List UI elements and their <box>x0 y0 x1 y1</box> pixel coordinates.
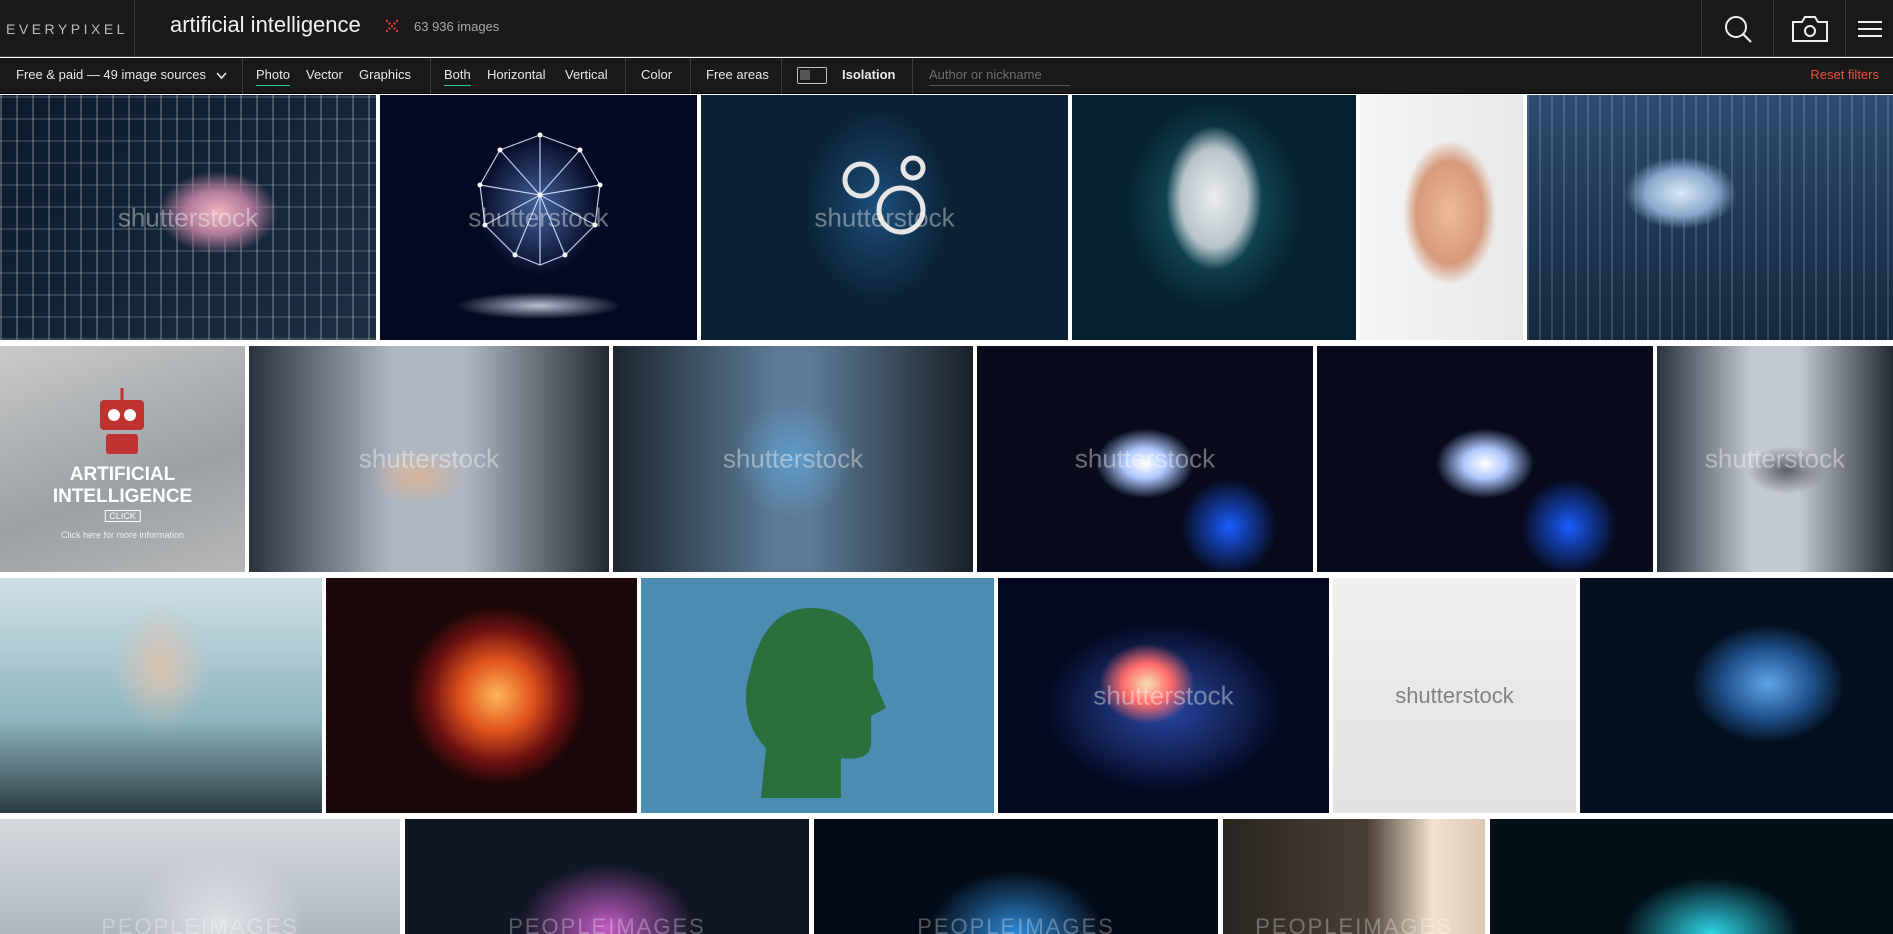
divider <box>912 58 913 94</box>
brain-wireframe-graphic <box>477 132 603 266</box>
everypixel-logo[interactable]: EVERYPIXEL <box>0 0 135 57</box>
divider <box>625 58 626 94</box>
watermark: shutterstock <box>814 202 955 232</box>
search-button[interactable] <box>1701 0 1773 57</box>
image-result[interactable]: PEOPLEIMAGES <box>1223 819 1485 934</box>
camera-search-button[interactable] <box>1773 0 1845 57</box>
sources-dropdown[interactable]: Free & paid — 49 image sources <box>16 67 206 83</box>
search-icon <box>1724 15 1752 43</box>
top-header: EVERYPIXEL artificial intelligence 63 93… <box>0 0 1893 57</box>
image-result[interactable]: shutterstock <box>0 95 376 340</box>
isolation-label[interactable]: Isolation <box>842 67 895 83</box>
image-result[interactable] <box>641 578 994 813</box>
image-result[interactable]: ARTIFICIAL INTELLIGENCE CLICK Click here… <box>0 346 245 572</box>
type-photo[interactable]: Photo <box>256 67 290 86</box>
menu-icon <box>1857 20 1882 37</box>
image-result[interactable] <box>1527 95 1893 340</box>
image-result[interactable] <box>0 578 322 813</box>
image-result[interactable]: shutterstock <box>249 346 609 572</box>
camera-icon <box>1791 15 1828 42</box>
image-result[interactable] <box>326 578 637 813</box>
divider <box>781 58 782 94</box>
circuit-head-graphic <box>746 608 886 798</box>
image-result[interactable] <box>1580 578 1893 813</box>
clear-search-icon[interactable] <box>384 18 400 34</box>
watermark: shutterstock <box>1395 683 1514 708</box>
watermark: shutterstock <box>1093 680 1234 710</box>
image-result[interactable]: shutterstock <box>998 578 1329 813</box>
watermark: shutterstock <box>1704 443 1846 474</box>
watermark: PEOPLEIMAGES <box>508 914 706 934</box>
watermark: shutterstock <box>468 202 609 232</box>
results-count: 63 936 images <box>414 19 500 34</box>
divider <box>242 58 243 94</box>
watermark: shutterstock <box>358 443 500 474</box>
image-result[interactable]: shutterstock <box>1657 346 1893 572</box>
promo-caption: Click here for more information <box>60 530 185 540</box>
image-result[interactable]: PEOPLEIMAGES <box>814 819 1218 934</box>
watermark: PEOPLEIMAGES <box>917 914 1115 934</box>
watermark: PEOPLEIMAGES <box>101 914 299 934</box>
color-filter[interactable]: Color <box>641 67 672 83</box>
image-result[interactable] <box>1360 95 1523 340</box>
image-result[interactable] <box>1072 95 1356 340</box>
image-result[interactable]: shutterstock <box>613 346 973 572</box>
orientation-horizontal[interactable]: Horizontal <box>487 67 546 83</box>
reset-filters-link[interactable]: Reset filters <box>1810 67 1879 82</box>
image-result[interactable]: PEOPLEIMAGES <box>405 819 809 934</box>
image-result[interactable]: shutterstock <box>380 95 697 340</box>
free-areas-filter[interactable]: Free areas <box>706 67 769 83</box>
promo-title: ARTIFICIAL INTELLIGENCE <box>52 464 193 507</box>
robot-icon <box>100 388 144 454</box>
image-result[interactable]: shutterstock <box>977 346 1313 572</box>
watermark: PEOPLEIMAGES <box>1255 914 1453 934</box>
menu-button[interactable] <box>1845 0 1893 57</box>
filter-bar: Free & paid — 49 image sources Photo Vec… <box>0 58 1893 94</box>
promo-click-button[interactable]: CLICK <box>104 510 141 522</box>
author-input[interactable] <box>929 64 1070 86</box>
gears-graphic <box>842 155 926 235</box>
watermark: shutterstock <box>1074 443 1216 474</box>
watermark: shutterstock <box>722 443 864 474</box>
image-result[interactable]: shutterstock <box>1333 578 1576 813</box>
orientation-vertical[interactable]: Vertical <box>565 67 608 83</box>
watermark: shutterstock <box>117 202 259 232</box>
type-vector[interactable]: Vector <box>306 67 343 83</box>
divider <box>430 58 431 94</box>
search-query[interactable]: artificial intelligence <box>170 12 361 38</box>
image-result[interactable]: shutterstock <box>701 95 1068 340</box>
image-result[interactable] <box>1317 346 1653 572</box>
sources-label: Free & paid — 49 image sources <box>16 67 207 82</box>
image-result[interactable] <box>1490 819 1893 934</box>
divider <box>690 58 691 94</box>
isolation-toggle[interactable] <box>797 67 827 84</box>
type-graphics[interactable]: Graphics <box>359 67 411 83</box>
chevron-down-icon[interactable] <box>216 72 227 80</box>
image-result[interactable]: PEOPLEIMAGES <box>0 819 400 934</box>
orientation-both[interactable]: Both <box>444 67 471 86</box>
